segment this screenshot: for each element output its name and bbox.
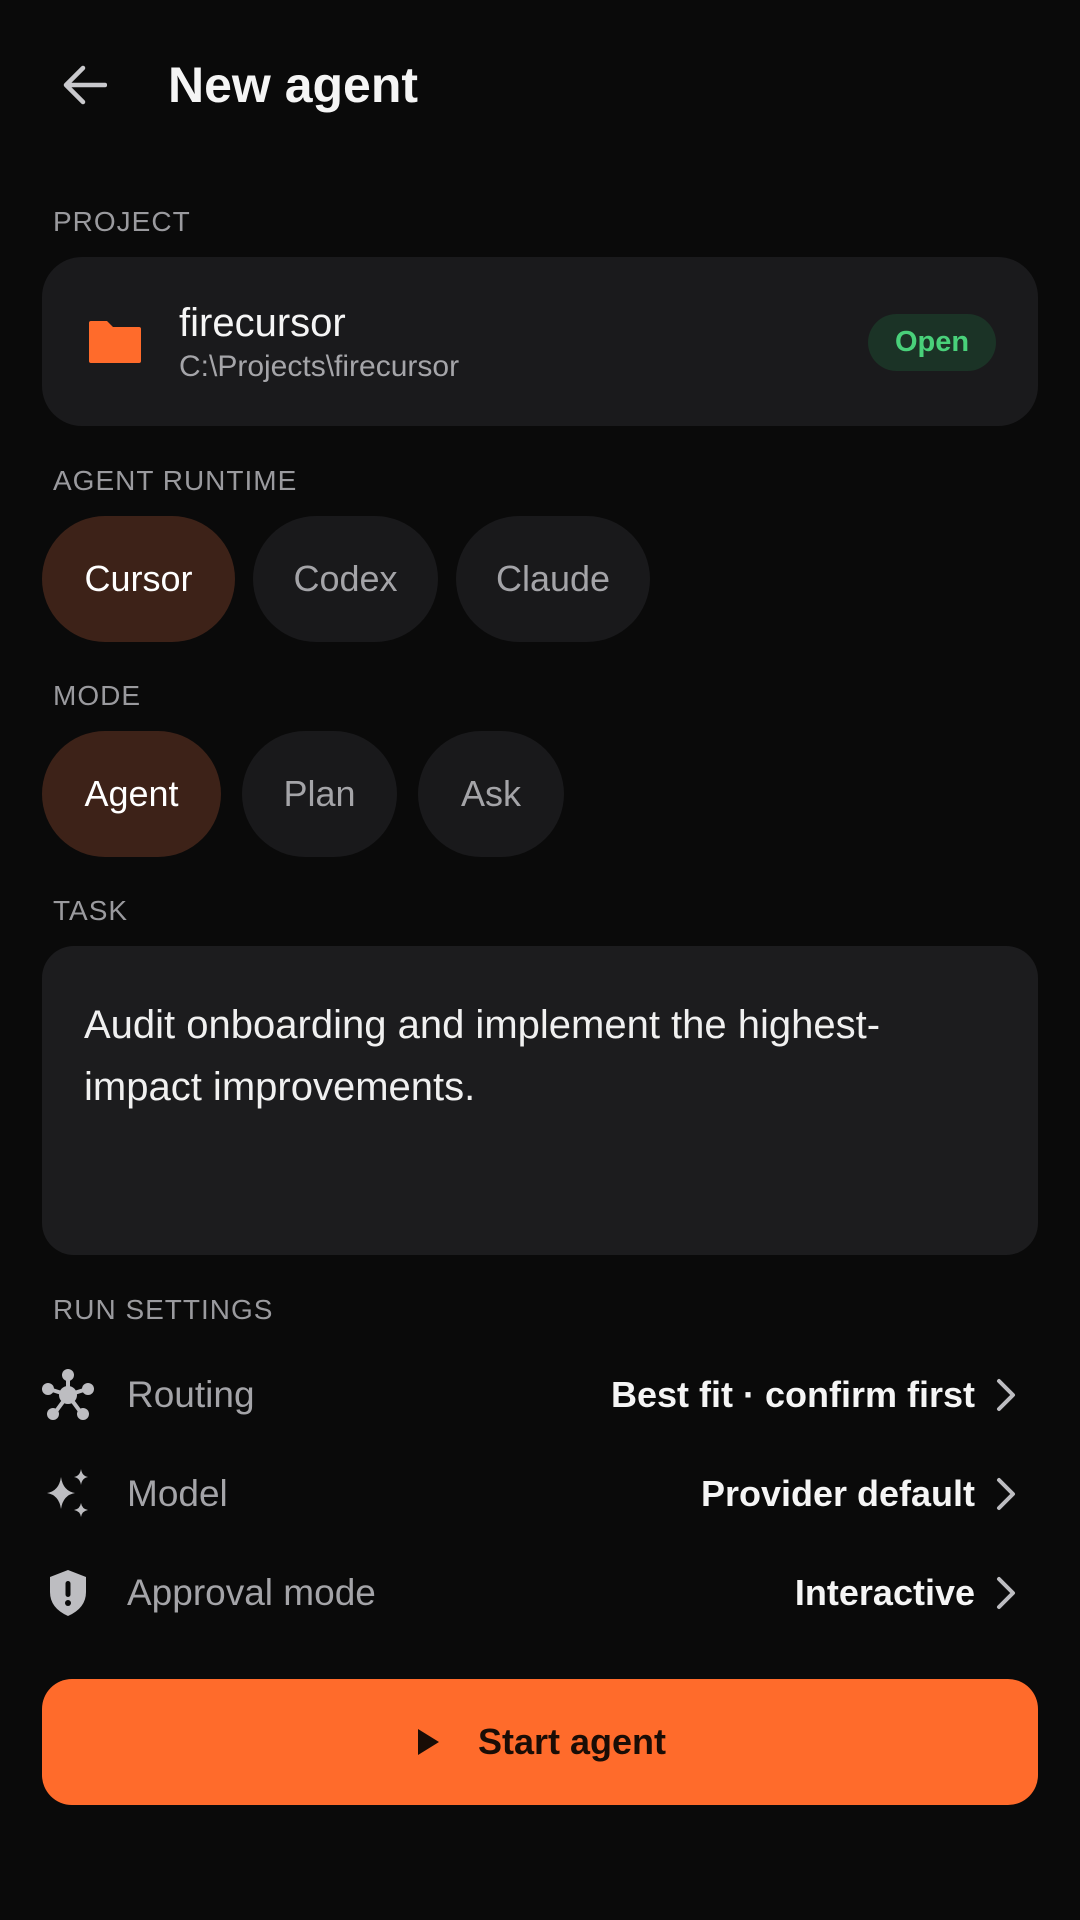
model-label: Model [127,1473,228,1514]
page-title: New agent [168,57,419,113]
routing-value: Best fit · confirm first [610,1374,975,1415]
task-section-label: TASK [53,895,129,926]
arrow-left-icon [63,65,107,105]
mode-chip-plan[interactable]: Plan [242,731,397,857]
model-setting-row[interactable]: Model Provider default [0,1448,1080,1538]
start-agent-button[interactable]: Start agent [42,1679,1038,1805]
mode-chip-agent[interactable]: Agent [42,731,221,857]
project-section-label: PROJECT [53,206,191,237]
task-input[interactable]: Audit onboarding and implement the highe… [42,946,1038,1255]
sparkles-icon [40,1466,96,1522]
chevron-right-icon [997,1478,1015,1510]
approval-mode-setting-row[interactable]: Approval mode Interactive [0,1547,1080,1637]
chevron-right-icon [997,1379,1015,1411]
runtime-chip-cursor[interactable]: Cursor [42,516,235,642]
back-button[interactable] [50,50,120,120]
run-settings-section-label: RUN SETTINGS [53,1294,274,1325]
open-project-badge[interactable]: Open [868,314,996,371]
routing-hub-icon [40,1367,96,1423]
runtime-chip-codex[interactable]: Codex [253,516,438,642]
approval-mode-label: Approval mode [127,1572,376,1613]
runtime-chip-claude[interactable]: Claude [456,516,650,642]
approval-mode-value: Interactive [794,1572,975,1613]
play-icon [417,1729,439,1755]
start-agent-label: Start agent [477,1721,667,1762]
runtime-section-label: AGENT RUNTIME [53,465,298,496]
folder-icon [89,321,141,363]
project-name: firecursor [179,301,346,345]
mode-chip-ask[interactable]: Ask [418,731,564,857]
routing-setting-row[interactable]: Routing Best fit · confirm first [0,1349,1080,1439]
project-path: C:\Projects\firecursor [179,350,460,383]
mode-section-label: MODE [53,680,141,711]
shield-alert-icon [40,1565,96,1621]
app-header: New agent [0,0,1080,170]
chevron-right-icon [997,1577,1015,1609]
routing-label: Routing [127,1374,255,1415]
model-value: Provider default [700,1473,975,1514]
